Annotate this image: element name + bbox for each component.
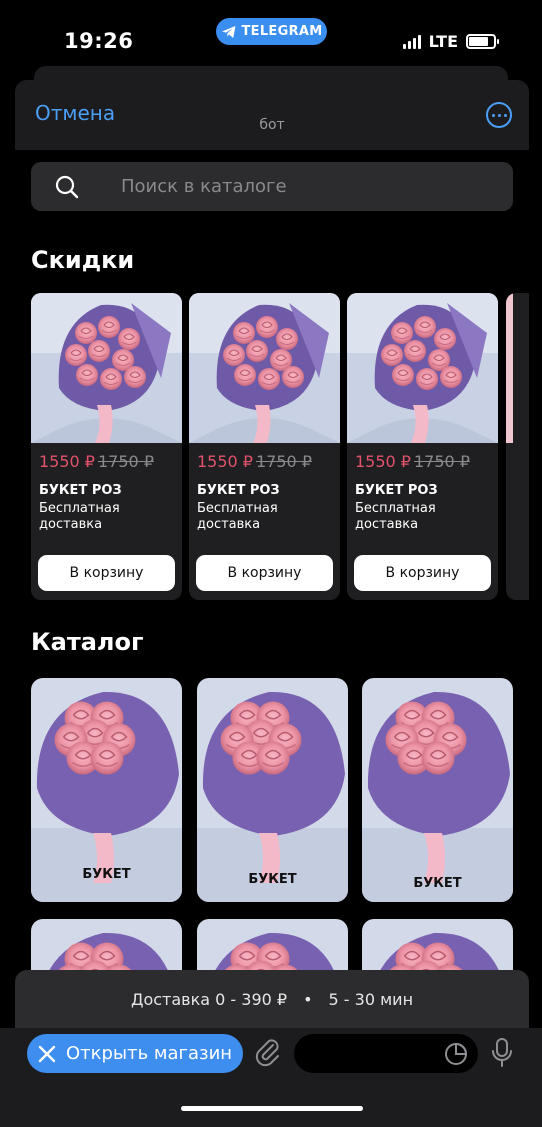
- search-icon: [55, 175, 79, 199]
- paperclip-icon[interactable]: [254, 1037, 282, 1067]
- product-title: БУКЕТ РОЗ: [355, 483, 438, 498]
- catalog-section-title: Каталог: [31, 628, 144, 656]
- catalog-card[interactable]: [197, 919, 348, 970]
- network-type: LTE: [428, 32, 458, 51]
- webapp-header: Отмена бот: [15, 80, 529, 150]
- add-to-cart-button[interactable]: В корзину: [38, 555, 175, 591]
- open-shop-button[interactable]: Открыть магазин: [27, 1034, 243, 1073]
- product-subtitle: Бесплатная доставка: [39, 501, 120, 532]
- bouquet-image: [31, 919, 182, 970]
- bouquet-image: [189, 293, 340, 443]
- catalog-label: БУКЕТ: [82, 867, 131, 882]
- chat-bottom-bar: Открыть магазин: [0, 1028, 542, 1127]
- product-subtitle: Бесплатная доставка: [355, 501, 436, 532]
- telegram-pill-label: TELEGRAM: [241, 24, 323, 39]
- microphone-icon[interactable]: [490, 1037, 514, 1069]
- bouquet-image: [197, 678, 348, 902]
- open-shop-label: Открыть магазин: [65, 1043, 233, 1064]
- delivery-separator: •: [303, 989, 313, 1009]
- add-to-cart-button[interactable]: В корзину: [196, 555, 333, 591]
- catalog-label: БУКЕТ: [248, 872, 297, 887]
- add-to-cart-button[interactable]: В корзину: [354, 555, 491, 591]
- telegram-icon: [221, 25, 235, 38]
- price: 1550 ₽1750 ₽: [355, 452, 470, 471]
- catalog-card[interactable]: [362, 919, 513, 970]
- catalog-label: БУКЕТ: [413, 876, 462, 891]
- product-title: БУКЕТ РОЗ: [39, 483, 122, 498]
- delivery-cost: Доставка 0 - 390 ₽: [130, 989, 288, 1009]
- signal-icon: [402, 34, 421, 49]
- price: 1550 ₽1750 ₽: [197, 452, 312, 471]
- catalog-card[interactable]: БУКЕТ: [362, 678, 513, 902]
- sale-card[interactable]: 1550 ₽1750 ₽ БУКЕТ РОЗ Бесплатная достав…: [189, 293, 340, 600]
- sale-card[interactable]: 1550 ₽1750 ₽ БУКЕТ РОЗ Бесплатная достав…: [347, 293, 498, 600]
- telegram-pill[interactable]: TELEGRAM: [216, 18, 327, 45]
- delivery-time: 5 - 30 мин: [328, 989, 414, 1009]
- bouquet-image: [362, 678, 513, 902]
- bot-name: бот: [259, 117, 285, 133]
- sales-section-title: Скидки: [31, 246, 135, 274]
- delivery-info-bar: Доставка 0 - 390 ₽ • 5 - 30 мин: [15, 970, 529, 1028]
- catalog-card[interactable]: [31, 919, 182, 970]
- more-options-icon[interactable]: [486, 102, 512, 128]
- search-input[interactable]: Поиск в каталоге: [31, 162, 513, 211]
- status-indicators: LTE: [402, 32, 499, 51]
- message-input[interactable]: [294, 1034, 478, 1073]
- status-time: 19:26: [64, 29, 134, 53]
- sale-card[interactable]: 1550 ₽1750 ₽ БУКЕТ РОЗ Бесплатная достав…: [31, 293, 182, 600]
- shop-content: Поиск в каталоге Скидки 1550 ₽1750 ₽ БУК…: [15, 150, 529, 970]
- price: 1550 ₽1750 ₽: [39, 452, 154, 471]
- sales-carousel[interactable]: 1550 ₽1750 ₽ БУКЕТ РОЗ Бесплатная достав…: [31, 293, 529, 601]
- bouquet-image: [347, 293, 498, 443]
- product-title: БУКЕТ РОЗ: [197, 483, 280, 498]
- sale-card-peek[interactable]: [506, 293, 529, 600]
- sticker-icon[interactable]: [444, 1042, 468, 1066]
- close-icon: [38, 1045, 56, 1062]
- catalog-card[interactable]: БУКЕТ: [197, 678, 348, 902]
- home-indicator: [181, 1106, 363, 1111]
- bouquet-image: [31, 293, 182, 443]
- bouquet-image: [197, 919, 348, 970]
- search-placeholder: Поиск в каталоге: [121, 176, 287, 197]
- catalog-card[interactable]: БУКЕТ: [31, 678, 182, 902]
- bouquet-image: [362, 919, 513, 970]
- battery-icon: [466, 34, 499, 49]
- product-subtitle: Бесплатная доставка: [197, 501, 278, 532]
